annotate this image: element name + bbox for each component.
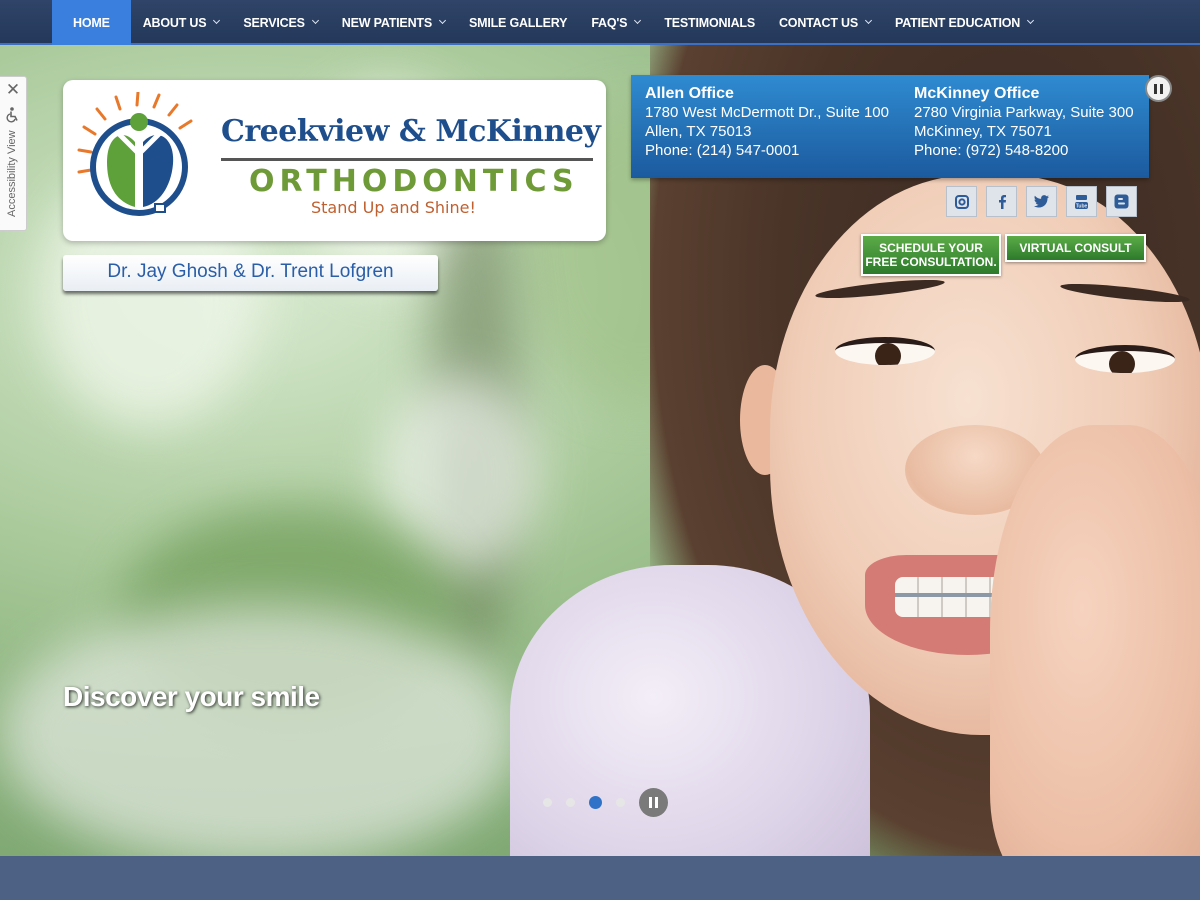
footer-band <box>0 856 1200 900</box>
youtube-icon[interactable]: Tube <box>1066 186 1097 217</box>
instagram-icon[interactable] <box>946 186 977 217</box>
accessibility-view-label[interactable]: Accessibility View <box>6 127 18 217</box>
office-phone[interactable]: Phone: (972) 548-8200 <box>914 141 1134 160</box>
chevron-down-icon <box>864 16 873 25</box>
slider-dot[interactable] <box>543 798 552 807</box>
main-navigation: HOME ABOUT US SERVICES NEW PATIENTS SMILE GA… <box>0 0 1200 45</box>
office-street: 1780 West McDermott Dr., Suite 100 <box>645 104 889 121</box>
schedule-line1: SCHEDULE YOUR <box>879 241 983 255</box>
allen-office: Allen Office 1780 West McDermott Dr., Su… <box>645 84 889 160</box>
office-phone[interactable]: Phone: (214) 547-0001 <box>645 141 889 160</box>
practice-logo[interactable]: Creekview & McKinney ORTHODONTICS Stand … <box>63 80 606 241</box>
nav-item-label: NEW PATIENTS <box>341 15 432 30</box>
nav-item-testimonials[interactable]: TESTIMONIALS <box>652 0 767 45</box>
svg-text:Tube: Tube <box>1076 203 1088 209</box>
nav-item-label: SERVICES <box>243 15 305 30</box>
nav-item-label: TESTIMONIALS <box>664 15 755 30</box>
nav-item-services[interactable]: SERVICES <box>231 0 329 45</box>
virtual-consult-button[interactable]: VIRTUAL CONSULT <box>1005 234 1146 262</box>
twitter-icon[interactable] <box>1026 186 1057 217</box>
logo-emblem-icon <box>77 92 193 216</box>
logo-subtitle: ORTHODONTICS <box>249 164 579 199</box>
facebook-icon[interactable] <box>986 186 1017 217</box>
chevron-down-icon <box>1027 16 1035 25</box>
nav-item-home[interactable]: HOME <box>52 0 131 45</box>
slider-dot[interactable] <box>616 798 625 807</box>
schedule-line2: FREE CONSULTATION. <box>865 255 997 269</box>
slider-dots <box>543 788 668 817</box>
nav-item-about-us[interactable]: ABOUT US <box>131 0 232 45</box>
chevron-down-icon <box>438 16 447 25</box>
nav-item-patient-education[interactable]: PATIENT EDUCATION <box>883 0 1045 45</box>
logo-divider <box>221 158 593 161</box>
office-info-box: Allen Office 1780 West McDermott Dr., Su… <box>631 75 1149 178</box>
accessibility-icon <box>5 107 21 123</box>
pause-icon <box>1154 83 1157 94</box>
slide-caption: Discover your smile <box>63 681 320 712</box>
slider-dot[interactable] <box>589 796 602 809</box>
mckinney-office: McKinney Office 2780 Virginia Parkway, S… <box>914 84 1134 160</box>
social-links: Tube <box>946 186 1137 217</box>
office-city: McKinney, TX 75071 <box>914 123 1052 140</box>
pause-icon <box>649 797 652 808</box>
nav-item-smile-gallery[interactable]: SMILE GALLERY <box>457 0 579 45</box>
nav-item-label: SMILE GALLERY <box>468 15 568 30</box>
office-city: Allen, TX 75013 <box>645 123 752 140</box>
office-street: 2780 Virginia Parkway, Suite 300 <box>914 104 1134 121</box>
nav-item-new-patients[interactable]: NEW PATIENTS <box>330 0 457 45</box>
close-icon[interactable]: ✕ <box>0 79 26 101</box>
chevron-down-icon <box>213 16 221 25</box>
doctors-banner: Dr. Jay Ghosh & Dr. Trent Lofgren <box>63 255 438 291</box>
chevron-down-icon <box>311 16 319 25</box>
logo-tagline: Stand Up and Shine! <box>311 198 476 217</box>
nav-item-label: FAQ'S <box>591 15 628 30</box>
office-name: Allen Office <box>645 85 734 102</box>
nav-item-contact-us[interactable]: CONTACT US <box>767 0 883 45</box>
nav-list: HOME ABOUT US SERVICES NEW PATIENTS SMILE GA… <box>52 0 1045 45</box>
logo-title: Creekview & McKinney <box>221 114 601 149</box>
blogger-icon[interactable] <box>1106 186 1137 217</box>
nav-item-label: PATIENT EDUCATION <box>895 15 1021 30</box>
nav-item-faq-s[interactable]: FAQ'S <box>579 0 652 45</box>
slider-dot[interactable] <box>566 798 575 807</box>
nav-item-label: CONTACT US <box>778 15 858 30</box>
schedule-consultation-button[interactable]: SCHEDULE YOUR FREE CONSULTATION. <box>861 234 1001 276</box>
accessibility-widget: ✕ Accessibility View <box>0 76 27 231</box>
nav-item-label: HOME <box>73 15 110 30</box>
slider-pause-button[interactable] <box>639 788 668 817</box>
office-name: McKinney Office <box>914 85 1040 102</box>
nav-item-label: ABOUT US <box>142 15 207 30</box>
chevron-down-icon <box>634 16 642 25</box>
header-pause-button[interactable] <box>1145 75 1172 102</box>
